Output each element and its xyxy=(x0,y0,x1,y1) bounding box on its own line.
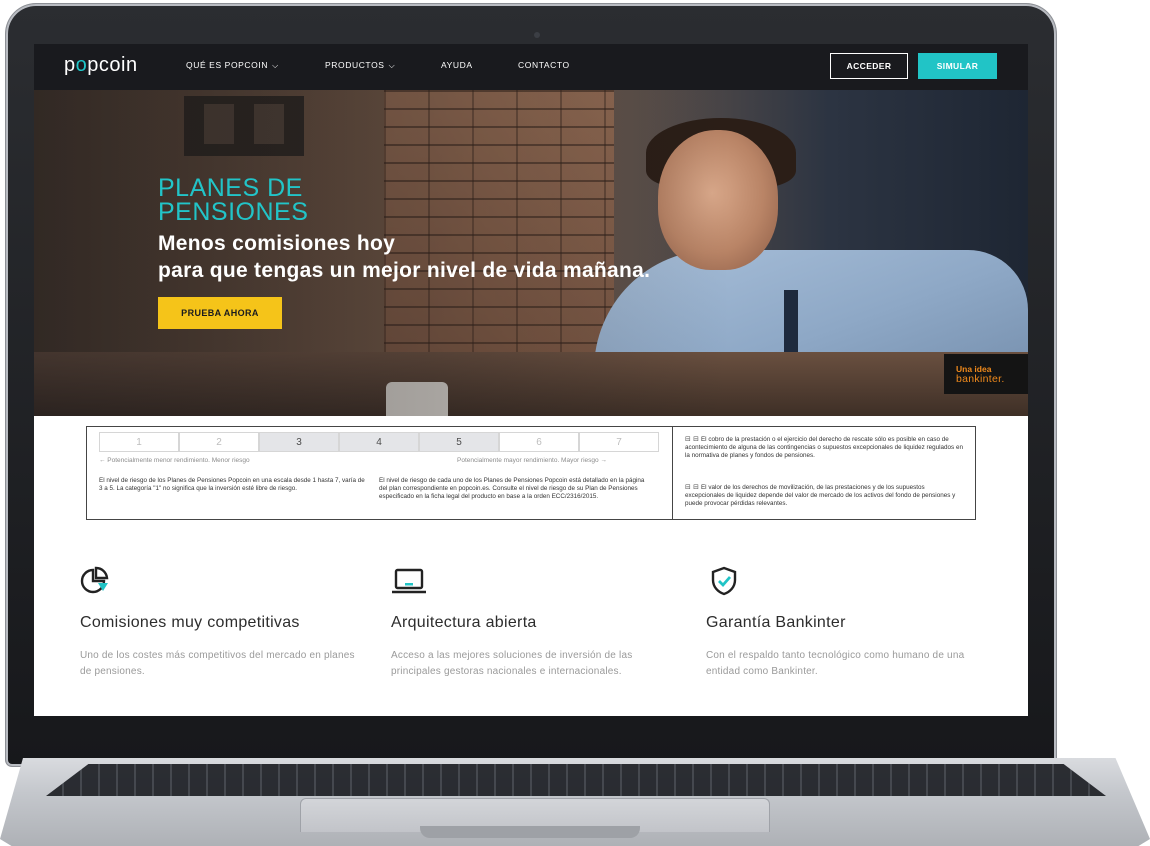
nav-item-label: PRODUCTOS xyxy=(325,60,385,70)
risk-scale-cell: 7 xyxy=(579,432,659,452)
nav-ayuda[interactable]: AYUDA xyxy=(441,60,473,70)
camera-dot xyxy=(534,32,540,38)
nav-item-label: CONTACTO xyxy=(518,60,570,70)
laptop-icon xyxy=(392,568,426,594)
risk-indicator-box: 1 2 3 4 5 6 7 ← Potencialmente menor ren… xyxy=(86,426,976,520)
hero-banner: PLANES DE PENSIONES Menos comisiones hoy… xyxy=(34,90,1028,416)
nav-productos[interactable]: PRODUCTOS ⌵ xyxy=(325,60,395,71)
nav-item-label: QUÉ ES POPCOIN xyxy=(186,60,269,70)
market-value-note: ⊟ ⊟ El valor de los derechos de movilizac… xyxy=(685,483,965,508)
risk-description-left: El nivel de riesgo de los Planes de Pens… xyxy=(99,477,365,492)
laptop-hinge xyxy=(420,826,640,838)
risk-description-center: El nivel de riesgo de cada uno de los Pl… xyxy=(379,477,645,500)
bankinter-badge: Una idea bankinter. xyxy=(944,354,1028,394)
feature-description: Uno de los costes más competitivos del m… xyxy=(80,650,355,677)
liquidity-note: ⊟ ⊟ El cobro de la prestación o el ejerci… xyxy=(685,435,965,460)
risk-note-high: Potencialmente mayor rendimiento. Mayor … xyxy=(457,457,607,464)
risk-scale-cell: 1 xyxy=(99,432,179,452)
risk-scale-cell-active: 3 xyxy=(259,432,339,452)
shield-check-icon xyxy=(711,566,737,596)
popcoin-logo[interactable]: popcoin xyxy=(64,54,138,77)
prueba-ahora-button[interactable]: PRUEBA AHORA xyxy=(158,297,282,329)
risk-note-low: ← Potencialmente menor rendimiento. Meno… xyxy=(99,457,250,464)
feature-title: Arquitectura abierta xyxy=(391,614,537,631)
simular-button[interactable]: SIMULAR xyxy=(918,53,997,79)
risk-scale-cell-active: 5 xyxy=(419,432,499,452)
feature-description: Acceso a las mejores soluciones de inver… xyxy=(391,650,633,677)
liquidity-note-text: El cobro de la prestación o el ejercicio… xyxy=(685,436,963,459)
chevron-down-icon: ⌵ xyxy=(272,61,279,70)
browser-screen: popcoin QUÉ ES POPCOIN ⌵ PRODUCTOS ⌵ AYUDA… xyxy=(34,44,1028,716)
hero-title-line: PLANES DE xyxy=(158,174,303,202)
market-value-note-text: El valor de los derechos de movilización… xyxy=(685,484,956,507)
nav-que-es-popcoin[interactable]: QUÉ ES POPCOIN ⌵ xyxy=(186,60,279,71)
risk-scale-cell-active: 4 xyxy=(339,432,419,452)
pie-chart-icon xyxy=(80,566,109,594)
chevron-down-icon: ⌵ xyxy=(388,61,396,70)
nav-item-label: AYUDA xyxy=(441,60,473,70)
hero-title: PLANES DE PENSIONES xyxy=(158,174,309,226)
feature-title: Comisiones muy competitivas xyxy=(80,614,300,631)
feature-title: Garantía Bankinter xyxy=(706,614,846,631)
hero-subtitle: Menos comisiones hoy para que tengas un … xyxy=(158,230,650,284)
risk-scale-cell: 2 xyxy=(179,432,259,452)
risk-divider xyxy=(672,427,673,519)
lock-icon: ⊟ ⊟ xyxy=(685,483,699,491)
logo-letter-o: o xyxy=(75,54,88,76)
acceder-button[interactable]: ACCEDER xyxy=(830,53,908,79)
hero-subtitle-line: Menos comisiones hoy xyxy=(158,232,396,255)
laptop-keyboard xyxy=(46,764,1106,796)
hero-subtitle-line: para que tengas un mejor nivel de vida m… xyxy=(158,259,651,282)
risk-scale-cell: 6 xyxy=(499,432,579,452)
feature-description: Con el respaldo tanto tecnológico como h… xyxy=(706,650,965,677)
top-navigation: popcoin QUÉ ES POPCOIN ⌵ PRODUCTOS ⌵ AYUDA… xyxy=(34,44,1028,90)
badge-brand: bankinter. xyxy=(956,373,1005,385)
logo-letter-p: p xyxy=(64,54,76,76)
logo-letters-rest: pcoin xyxy=(87,54,138,76)
risk-scale: 1 2 3 4 5 6 7 xyxy=(99,432,659,452)
nav-contacto[interactable]: CONTACTO xyxy=(518,60,570,70)
hero-title-line: PENSIONES xyxy=(158,198,309,226)
lock-icon: ⊟ ⊟ xyxy=(685,435,699,443)
